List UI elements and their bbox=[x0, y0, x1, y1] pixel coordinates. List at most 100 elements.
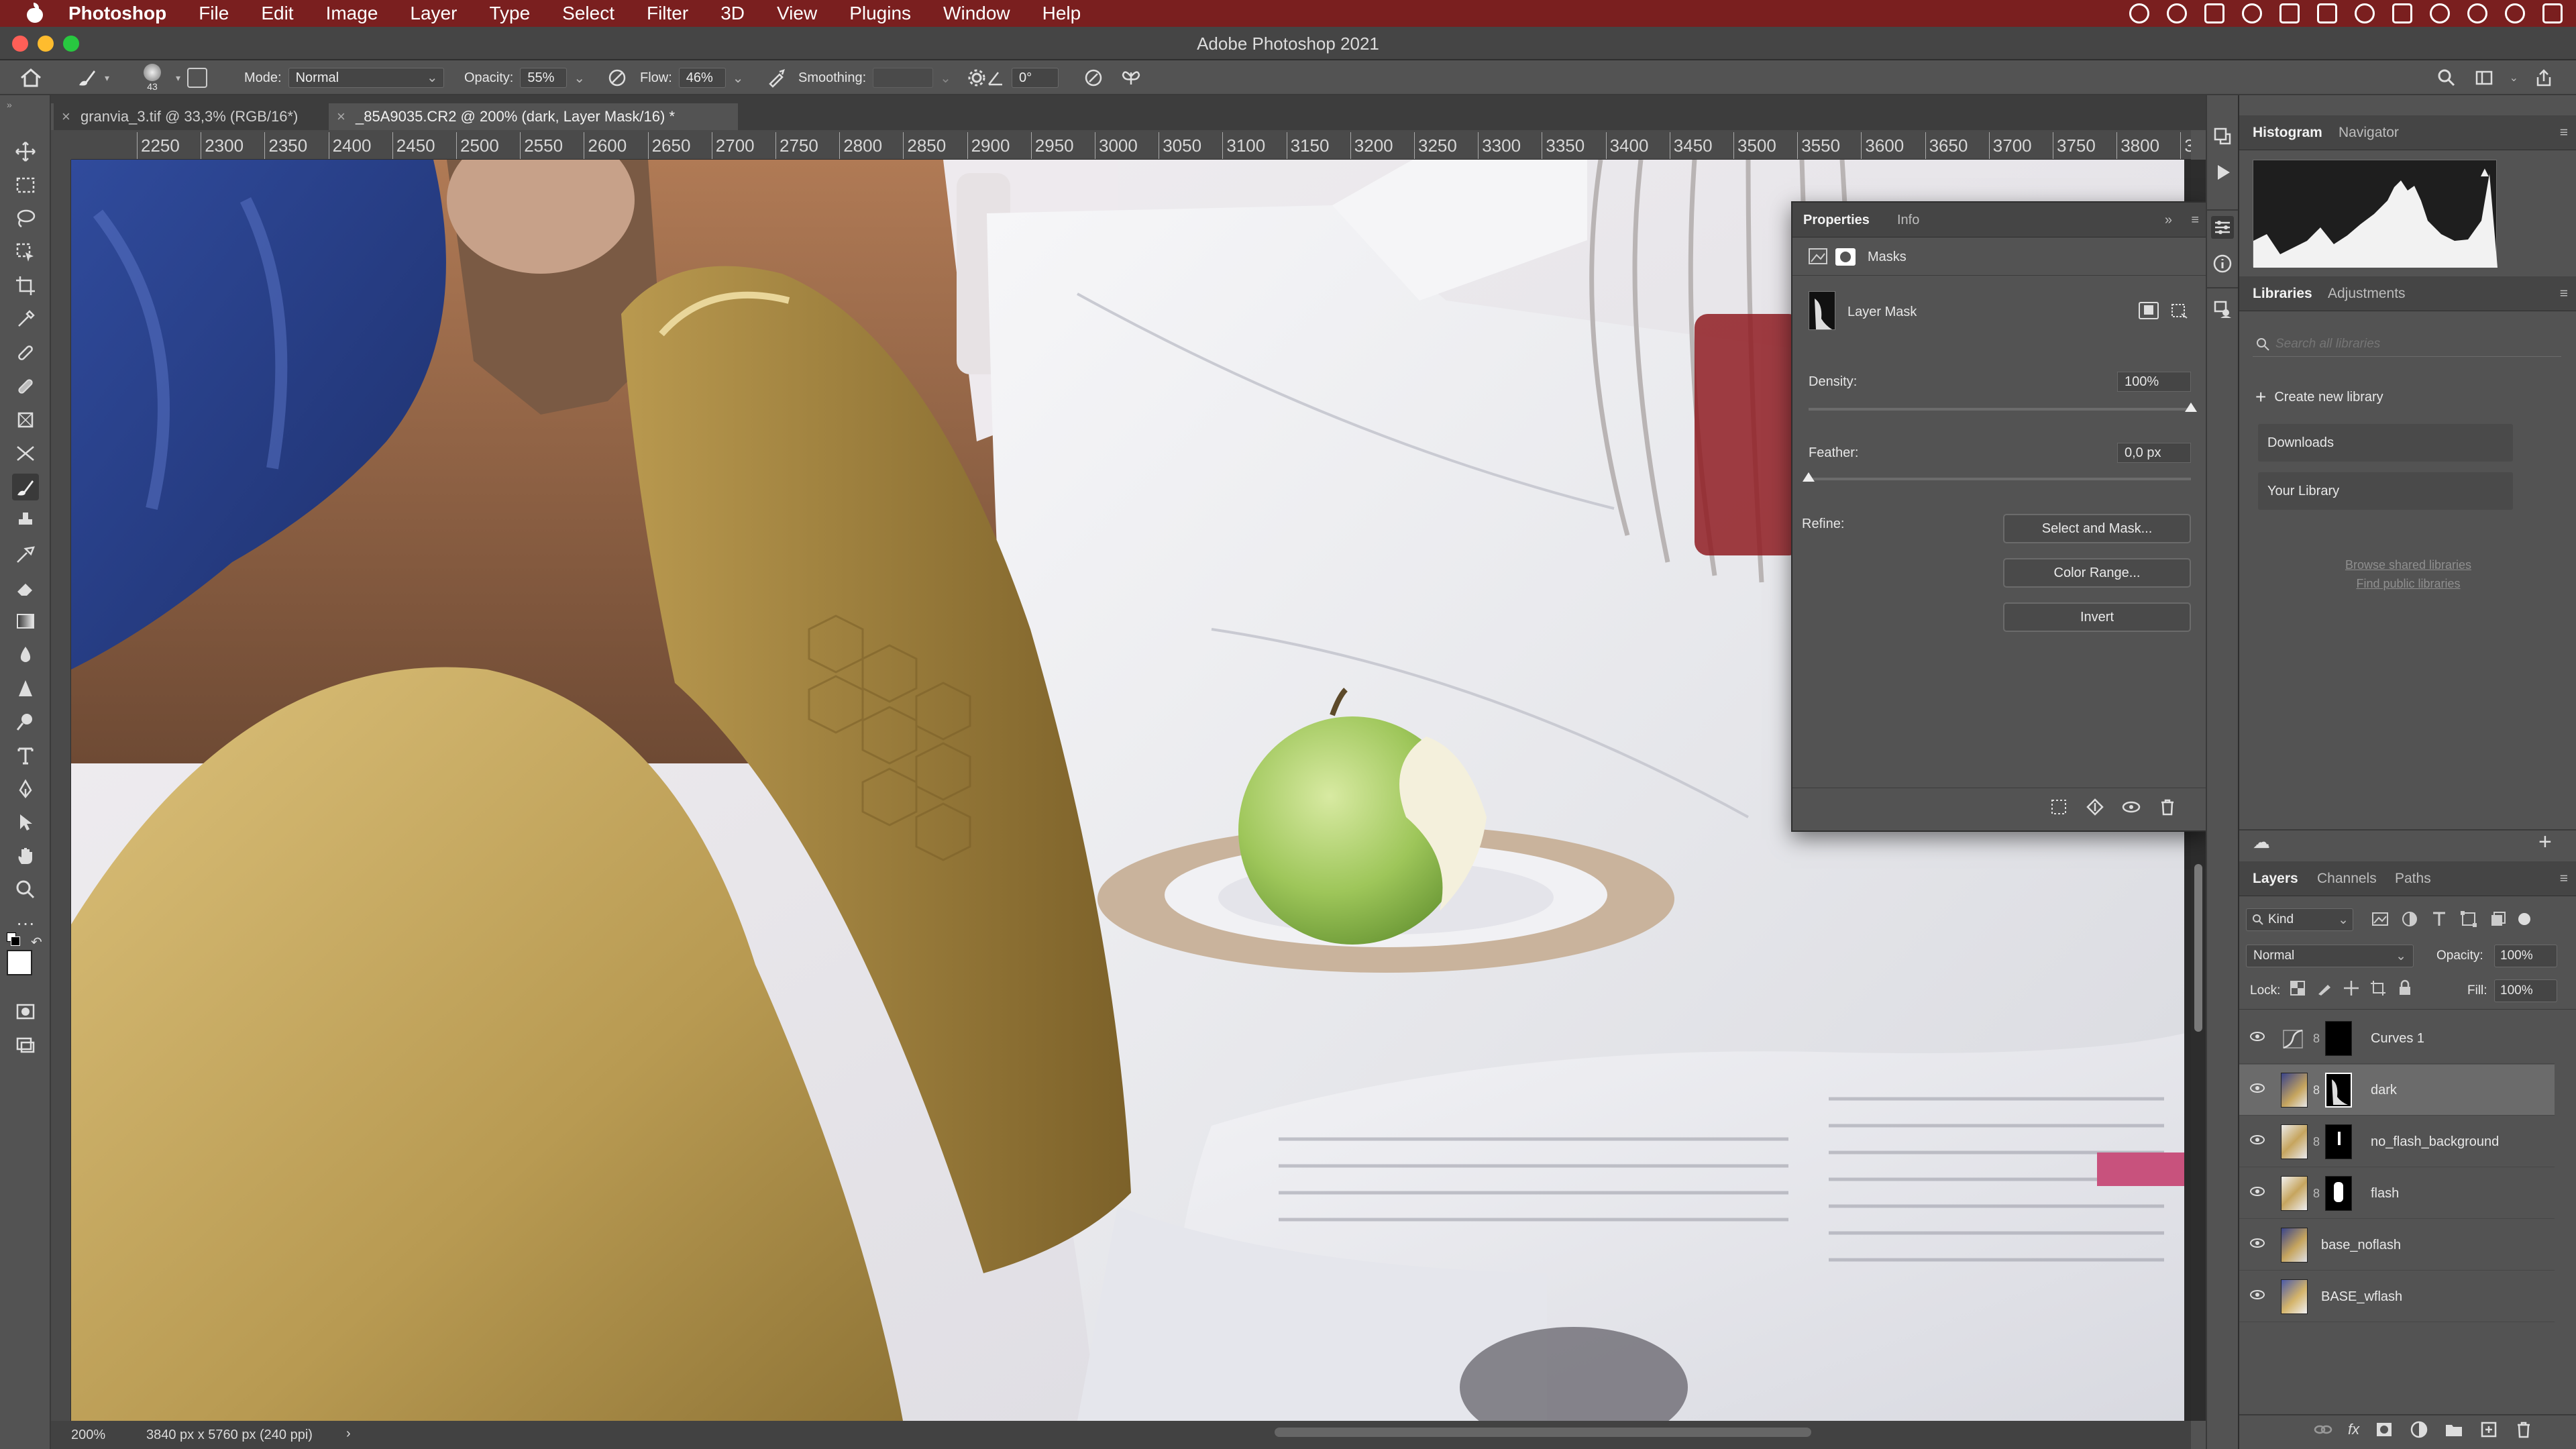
layer-thumbnail[interactable] bbox=[2281, 1073, 2308, 1108]
color-range-button[interactable]: Color Range... bbox=[2003, 558, 2191, 588]
menu-layer[interactable]: Layer bbox=[410, 3, 457, 24]
visibility-eye-icon[interactable] bbox=[2250, 1238, 2265, 1248]
layer-row-base-wflash[interactable]: BASE_wflash bbox=[2239, 1271, 2555, 1322]
status-menu-arrow[interactable]: › bbox=[346, 1426, 351, 1442]
sharpen-tool[interactable] bbox=[12, 675, 39, 702]
hand-tool[interactable] bbox=[12, 843, 39, 869]
layer-mask-thumbnail[interactable] bbox=[2325, 1124, 2352, 1159]
feather-slider-knob[interactable] bbox=[1803, 472, 1815, 482]
filter-type-icon[interactable] bbox=[2430, 910, 2449, 928]
lock-pixels-icon[interactable] bbox=[2316, 979, 2333, 997]
sync-icon[interactable] bbox=[2167, 3, 2187, 23]
load-selection-icon[interactable] bbox=[2049, 797, 2069, 817]
layer-mask-thumbnail[interactable] bbox=[1809, 291, 1835, 330]
layer-mask-thumbnail[interactable] bbox=[2325, 1021, 2352, 1056]
quick-mask-button[interactable] bbox=[12, 998, 39, 1025]
workspace-button[interactable] bbox=[2472, 66, 2496, 90]
pixel-mask-icon[interactable] bbox=[1809, 248, 1827, 268]
document-info[interactable]: 3840 px x 5760 px (240 ppi) bbox=[146, 1428, 313, 1443]
visibility-eye-icon[interactable] bbox=[2250, 1187, 2265, 1196]
bluetooth-icon[interactable] bbox=[2355, 3, 2375, 23]
apply-mask-icon[interactable] bbox=[2085, 797, 2105, 817]
horizontal-scroll-thumb[interactable] bbox=[1275, 1428, 1811, 1437]
layer-mask-thumbnail[interactable] bbox=[2325, 1073, 2352, 1108]
select-mask-button[interactable] bbox=[2139, 302, 2159, 319]
content-aware-move-tool[interactable] bbox=[12, 440, 39, 467]
history-brush-tool[interactable] bbox=[12, 541, 39, 568]
apple-icon[interactable] bbox=[25, 3, 44, 24]
cloud-icon[interactable] bbox=[2242, 3, 2262, 23]
panel-menu-icon[interactable]: ≡ bbox=[2560, 276, 2568, 311]
fill-input[interactable]: 100% bbox=[2494, 979, 2557, 1002]
airbrush-button[interactable] bbox=[764, 66, 788, 90]
blur-tool[interactable] bbox=[12, 641, 39, 668]
cloud-sync-icon[interactable]: ☁ bbox=[2253, 832, 2270, 853]
density-input[interactable]: 100% bbox=[2117, 372, 2191, 392]
tab-layers[interactable]: Layers bbox=[2253, 861, 2298, 896]
tab-paths[interactable]: Paths bbox=[2395, 861, 2431, 896]
lasso-tool[interactable] bbox=[12, 205, 39, 232]
library-search[interactable] bbox=[2253, 333, 2561, 357]
link-icon[interactable]: 8 bbox=[2313, 1187, 2320, 1201]
lock-transparent-icon[interactable] bbox=[2289, 979, 2306, 997]
crop-tool[interactable] bbox=[12, 272, 39, 299]
pressure-size-button[interactable] bbox=[1081, 66, 1106, 90]
pen-tool[interactable] bbox=[12, 775, 39, 802]
brush-size-picker[interactable]: 43 bbox=[144, 60, 161, 95]
lock-all-icon[interactable] bbox=[2396, 979, 2414, 997]
path-selection-tool[interactable] bbox=[12, 809, 39, 836]
link-icon[interactable]: 8 bbox=[2313, 1083, 2320, 1097]
tab-libraries[interactable]: Libraries bbox=[2253, 276, 2312, 311]
creative-cloud-icon[interactable] bbox=[2129, 3, 2149, 23]
acrobat-icon[interactable] bbox=[2279, 3, 2300, 23]
fx-icon[interactable]: fx bbox=[2348, 1421, 2359, 1438]
menu-view[interactable]: View bbox=[777, 3, 817, 24]
visibility-eye-icon[interactable] bbox=[2250, 1135, 2265, 1144]
apply-vector-mask-button[interactable] bbox=[2168, 302, 2188, 319]
smoothing-settings-button[interactable] bbox=[965, 66, 989, 90]
menu-image[interactable]: Image bbox=[326, 3, 378, 24]
marquee-tool[interactable] bbox=[12, 172, 39, 199]
layer-row-base-noflash[interactable]: base_noflash bbox=[2239, 1220, 2555, 1271]
menu-edit[interactable]: Edit bbox=[261, 3, 293, 24]
new-group-icon[interactable] bbox=[2444, 1419, 2464, 1440]
menu-window[interactable]: Window bbox=[943, 3, 1010, 24]
share-button[interactable] bbox=[2532, 66, 2556, 90]
flow-slider-toggle[interactable]: ⌄ bbox=[733, 70, 744, 87]
layer-thumbnail[interactable] bbox=[2281, 1279, 2308, 1314]
cache-warning-icon[interactable]: ▲ bbox=[2478, 165, 2491, 180]
collapse-panel-icon[interactable]: » bbox=[2165, 203, 2172, 237]
brush-tool[interactable] bbox=[12, 474, 39, 500]
menu-plugins[interactable]: Plugins bbox=[849, 3, 911, 24]
trash-icon[interactable] bbox=[2514, 1419, 2534, 1440]
actions-panel-icon[interactable] bbox=[2212, 162, 2233, 182]
frame-tool[interactable] bbox=[12, 407, 39, 433]
filter-pixel-icon[interactable] bbox=[2371, 910, 2390, 928]
visibility-eye-icon[interactable] bbox=[2250, 1083, 2265, 1093]
link-icon[interactable]: 8 bbox=[2313, 1032, 2320, 1046]
tab-granvia[interactable]: × granvia_3.tif @ 33,3% (RGB/16*) bbox=[54, 103, 329, 130]
tab-adjustments[interactable]: Adjustments bbox=[2328, 276, 2406, 311]
layer-filter-kind-dropdown[interactable]: Kind ⌄ bbox=[2246, 908, 2353, 931]
tab-properties[interactable]: Properties bbox=[1803, 203, 1870, 237]
mode-dropdown[interactable]: Normal ⌄ bbox=[288, 68, 444, 88]
filter-adjustment-icon[interactable] bbox=[2400, 910, 2419, 928]
zoom-tool[interactable] bbox=[12, 876, 39, 903]
wifi-icon[interactable] bbox=[2430, 3, 2450, 23]
panel-menu-icon[interactable]: ≡ bbox=[2560, 115, 2568, 150]
library-item-downloads[interactable]: Downloads bbox=[2258, 424, 2513, 462]
add-mask-icon[interactable] bbox=[2374, 1419, 2394, 1440]
airplay-icon[interactable] bbox=[2392, 3, 2412, 23]
move-tool[interactable] bbox=[12, 138, 39, 165]
control-center-icon[interactable] bbox=[2542, 3, 2563, 23]
menu-select[interactable]: Select bbox=[562, 3, 614, 24]
close-tab-icon[interactable]: × bbox=[62, 103, 70, 130]
screen-mode-button[interactable] bbox=[12, 1032, 39, 1059]
brush-preset-picker[interactable]: ▾ bbox=[75, 60, 109, 95]
object-selection-tool[interactable] bbox=[12, 239, 39, 266]
lock-artboard-icon[interactable] bbox=[2369, 979, 2387, 997]
create-library-button[interactable]: + Create new library bbox=[2255, 386, 2383, 408]
new-adjustment-layer-icon[interactable] bbox=[2409, 1419, 2429, 1440]
opacity-input[interactable]: 55% bbox=[520, 68, 568, 88]
invert-button[interactable]: Invert bbox=[2003, 602, 2191, 632]
